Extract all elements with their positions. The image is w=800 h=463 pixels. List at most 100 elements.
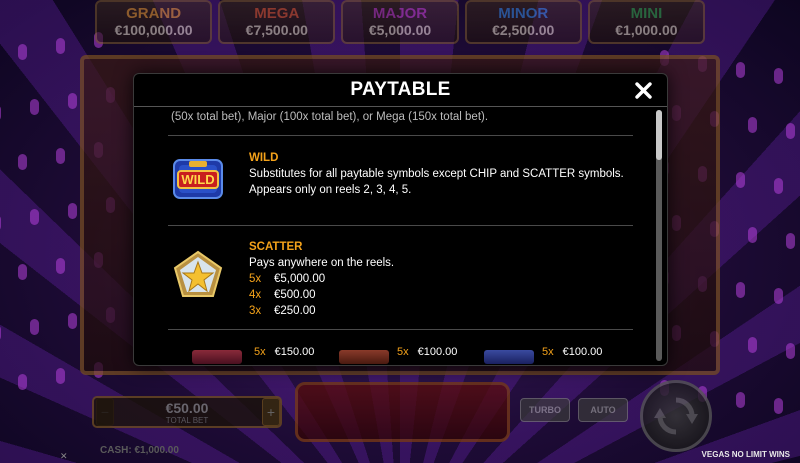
symbol-thumbnail [339, 350, 389, 364]
symbol-pay: 5x €100.00 [542, 346, 602, 358]
bet-amount: €50.00 [165, 399, 209, 416]
light-bulb [774, 68, 783, 84]
divider [168, 225, 633, 226]
symbol-pay: 5x €150.00 [254, 346, 314, 358]
light-bulb [0, 105, 1, 121]
bet-increase-button[interactable]: + [262, 398, 280, 426]
jackpot-name: MINOR [498, 5, 549, 22]
scrollbar[interactable] [656, 110, 662, 361]
jackpot-name: MEGA [254, 5, 300, 22]
turbo-button[interactable]: TURBO [520, 398, 570, 422]
symbol-pay: 5x €100.00 [397, 346, 457, 358]
light-bulb [748, 337, 757, 353]
light-bulb [30, 209, 39, 225]
jackpot-bar: GRAND €100,000.00 MEGA €7,500.00 MAJOR €… [95, 0, 706, 48]
close-icon [634, 81, 652, 99]
wild-symbol-icon: WILD [173, 159, 223, 199]
light-bulb [30, 319, 39, 335]
wild-title: WILD [249, 152, 279, 164]
paytable-scroll-area[interactable]: (50x total bet), Major (100x total bet),… [134, 108, 651, 365]
light-bulb [786, 343, 795, 359]
jackpot-mega: MEGA €7,500.00 [218, 0, 336, 44]
bet-label: TOTAL BET [165, 415, 209, 425]
paytable-header: PAYTABLE [134, 74, 667, 107]
symbol-pay-row: 5x €150.00 5x €100.00 5x €100.00 [192, 346, 642, 365]
autoplay-button[interactable]: AUTO [578, 398, 628, 422]
scatter-title: SCATTER [249, 241, 303, 253]
pay-multiplier: 5x [542, 346, 554, 358]
jackpot-name: GRAND [126, 5, 182, 22]
jackpot-mini: MINI €1,000.00 [587, 0, 706, 44]
pay-row: 4x €500.00 [249, 287, 629, 303]
light-bulb [56, 38, 65, 54]
light-bulb [786, 123, 795, 139]
scrollbar-thumb[interactable] [656, 110, 662, 160]
jackpot-name: MAJOR [372, 5, 428, 22]
light-bulb [0, 215, 1, 231]
bet-display: €50.00 TOTAL BET [92, 396, 282, 428]
symbol-thumbnail [484, 350, 534, 364]
light-bulb [748, 227, 757, 243]
light-bulb [736, 172, 745, 188]
paytable-modal: PAYTABLE (50x total bet), Major (100x to… [133, 73, 668, 366]
pay-row: 5x €5,000.00 [249, 271, 629, 287]
pay-value: €100.00 [417, 346, 458, 358]
jackpot-value: €2,500.00 [492, 22, 555, 38]
pay-row: 3x €250.00 [249, 303, 629, 319]
light-bulb [736, 62, 745, 78]
jackpot-value: €100,000.00 [114, 22, 193, 38]
jackpot-value: €1,000.00 [615, 22, 678, 38]
pay-multiplier: 3x [249, 305, 262, 317]
light-bulb [774, 288, 783, 304]
light-bulb [748, 117, 757, 133]
pay-value: €100.00 [562, 346, 603, 358]
light-bulb [18, 154, 27, 170]
jackpot-major: MAJOR €5,000.00 [341, 0, 459, 44]
light-bulb [18, 264, 27, 280]
wild-note: Appears only on reels 2, 3, 4, 5. [249, 184, 412, 196]
svg-text:WILD: WILD [181, 172, 214, 187]
pay-value: €500.00 [274, 289, 316, 301]
spin-button[interactable] [640, 380, 712, 452]
symbol-thumbnail [192, 350, 242, 364]
star-scatter-icon [173, 250, 223, 297]
jackpot-value: €5,000.00 [368, 22, 432, 38]
pay-multiplier: 5x [249, 273, 262, 285]
paytable-title: PAYTABLE [350, 79, 451, 100]
game-title: VEGAS NO LIMIT WINS [701, 450, 790, 459]
jackpot-info-text: (50x total bet), Major (100x total bet),… [171, 111, 489, 123]
pay-multiplier: 5x [254, 346, 266, 358]
light-bulb [0, 325, 1, 341]
scatter-description: Pays anywhere on the reels. [249, 257, 395, 269]
close-button[interactable] [631, 78, 655, 102]
pay-value: €5,000.00 [274, 273, 326, 285]
light-bulb [786, 233, 795, 249]
light-bulb [30, 99, 39, 115]
control-bar: − €50.00 TOTAL BET + TURBO AUTO CASH: €1… [0, 378, 800, 463]
light-bulb [56, 258, 65, 274]
divider [168, 135, 633, 136]
light-bulb [68, 203, 77, 219]
light-bulb [736, 282, 745, 298]
wild-description: Substitutes for all paytable symbols exc… [249, 168, 624, 180]
light-bulb [774, 178, 783, 194]
pay-value: €150.00 [274, 346, 315, 358]
jackpot-name: MINI [630, 5, 663, 22]
light-bulb [68, 313, 77, 329]
pay-multiplier: 5x [397, 346, 409, 358]
jackpot-grand: GRAND €100,000.00 [95, 0, 213, 44]
jackpot-minor: MINOR €2,500.00 [464, 0, 582, 44]
spin-plate [295, 382, 510, 442]
cash-balance: CASH: €1,000.00 [100, 445, 179, 456]
pay-value: €250.00 [274, 305, 316, 317]
divider [168, 329, 633, 330]
spin-arrows-icon [654, 397, 698, 435]
jackpot-value: €7,500.00 [245, 22, 308, 38]
menu-icon[interactable]: ✕ [60, 451, 70, 461]
scatter-text: SCATTER Pays anywhere on the reels. 5x €… [249, 239, 629, 319]
light-bulb [56, 148, 65, 164]
wild-text: WILD Substitutes for all paytable symbol… [249, 150, 629, 198]
light-bulb [18, 44, 27, 60]
light-bulb [68, 93, 77, 109]
pay-multiplier: 4x [249, 289, 262, 301]
